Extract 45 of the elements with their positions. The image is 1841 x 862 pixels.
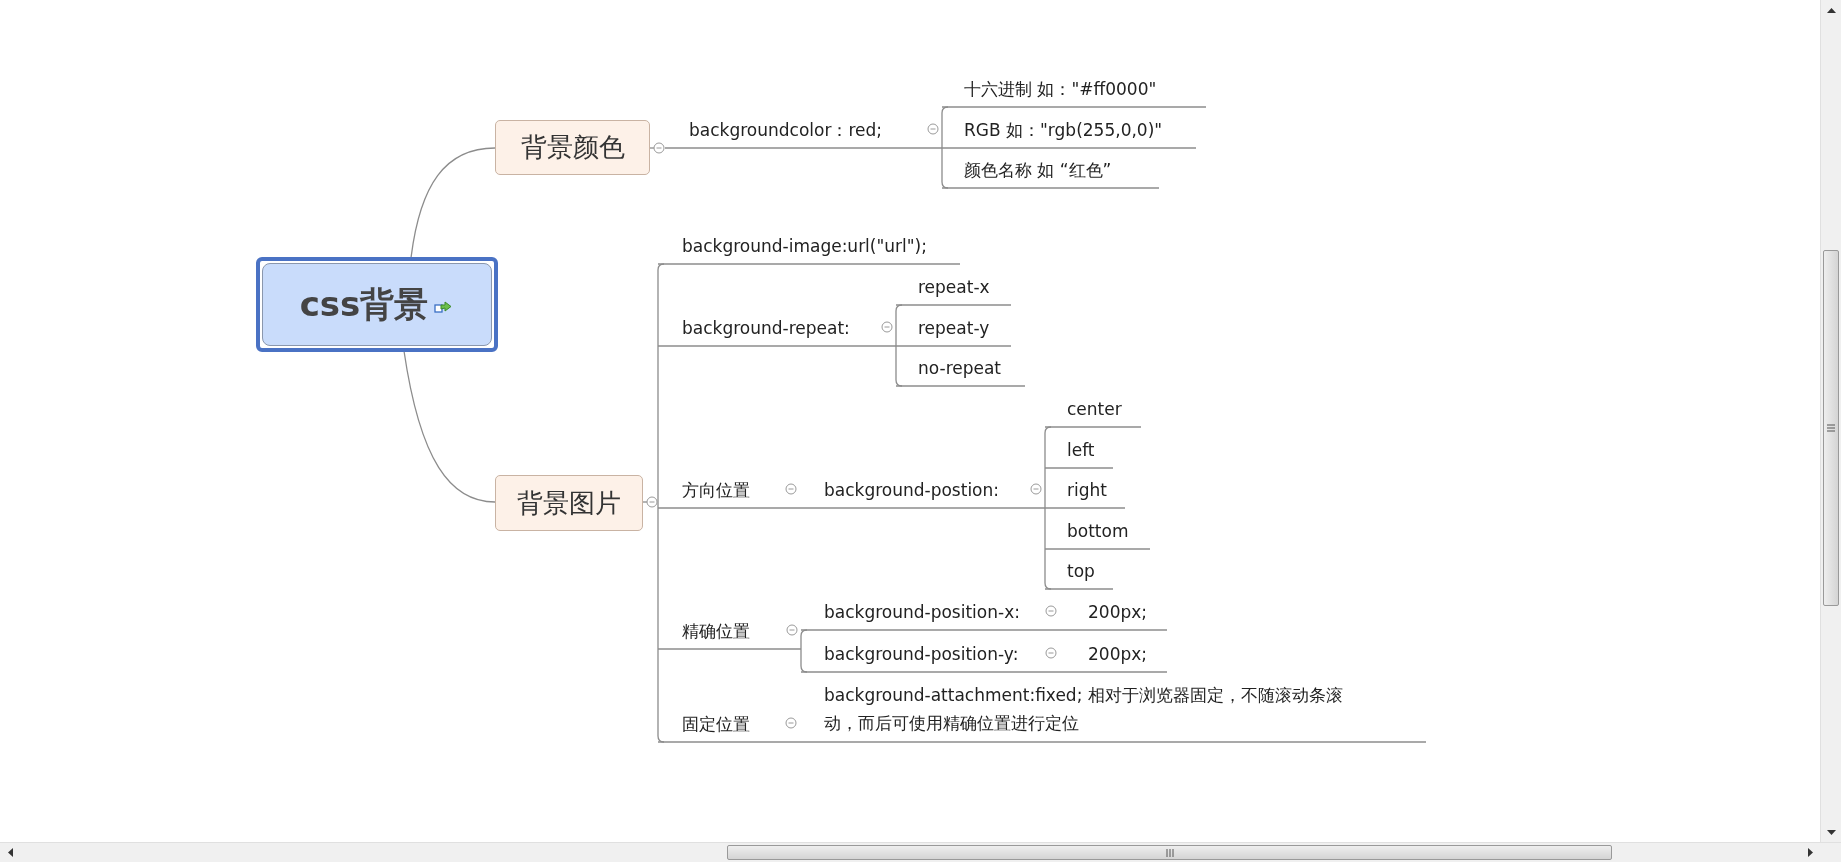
topic-label[interactable]: 十六进制 如："#ff0000" bbox=[964, 76, 1157, 102]
topic-label[interactable]: bottom bbox=[1067, 518, 1129, 544]
collapse-icon[interactable] bbox=[786, 624, 798, 636]
grip-icon bbox=[1827, 424, 1835, 432]
central-topic-title: css背景 bbox=[299, 282, 429, 326]
main-topic[interactable]: 背景图片 bbox=[495, 475, 643, 531]
collapse-icon[interactable] bbox=[881, 321, 893, 333]
topic-label[interactable]: background-position-x: bbox=[824, 599, 1020, 625]
scroll-up-arrow-icon[interactable] bbox=[1826, 7, 1836, 13]
collapse-icon[interactable] bbox=[646, 496, 658, 508]
collapse-icon[interactable] bbox=[927, 123, 939, 135]
collapse-icon[interactable] bbox=[785, 483, 797, 495]
topic-label[interactable]: repeat-y bbox=[918, 315, 990, 341]
topic-label[interactable]: background-image:url("url"); bbox=[682, 233, 927, 259]
collapse-icon[interactable] bbox=[653, 142, 665, 154]
scroll-right-arrow-icon[interactable] bbox=[1807, 848, 1813, 857]
topic-label[interactable]: backgroundcolor：red; bbox=[689, 117, 882, 143]
grip-icon bbox=[1165, 848, 1174, 857]
scroll-down-arrow-icon[interactable] bbox=[1826, 829, 1836, 835]
topic-label[interactable]: 精确位置 bbox=[682, 618, 750, 644]
topic-label[interactable]: center bbox=[1067, 396, 1122, 422]
scroll-left-arrow-icon[interactable] bbox=[7, 848, 13, 857]
topic-label[interactable]: 方向位置 bbox=[682, 477, 750, 503]
topic-label[interactable]: background-postion: bbox=[824, 477, 1000, 503]
central-topic[interactable]: css背景 bbox=[256, 257, 498, 352]
collapse-icon[interactable] bbox=[785, 717, 797, 729]
scrollbar-thumb[interactable] bbox=[727, 845, 1612, 860]
main-topic[interactable]: 背景颜色 bbox=[495, 120, 650, 175]
topic-label[interactable]: 200px; bbox=[1088, 641, 1148, 667]
topic-label[interactable]: top bbox=[1067, 558, 1095, 584]
scrollbar-thumb[interactable] bbox=[1823, 250, 1839, 606]
topic-label[interactable]: repeat-x bbox=[918, 274, 990, 300]
topic-label[interactable]: background-position-y: bbox=[824, 641, 1019, 667]
topic-label[interactable]: RGB 如："rgb(255,0,0)" bbox=[964, 117, 1163, 143]
topic-label[interactable]: right bbox=[1067, 477, 1107, 503]
collapse-icon[interactable] bbox=[1030, 483, 1042, 495]
topic-label[interactable]: 颜色名称 如 “红色” bbox=[964, 157, 1112, 183]
collapse-icon[interactable] bbox=[1045, 647, 1057, 659]
topic-label[interactable]: 200px; bbox=[1088, 599, 1148, 625]
topic-label[interactable]: left bbox=[1067, 437, 1095, 463]
collapse-icon[interactable] bbox=[1045, 605, 1057, 617]
topic-label[interactable]: background-repeat: bbox=[682, 315, 850, 341]
topic-label[interactable]: background-attachment:fixed; 相对于浏览器固定，不随滚动条滚动，而后可使用精确位置进行定位 bbox=[824, 681, 1344, 737]
topic-label[interactable]: 固定位置 bbox=[682, 711, 750, 737]
topic-label[interactable]: no-repeat bbox=[918, 355, 1002, 381]
